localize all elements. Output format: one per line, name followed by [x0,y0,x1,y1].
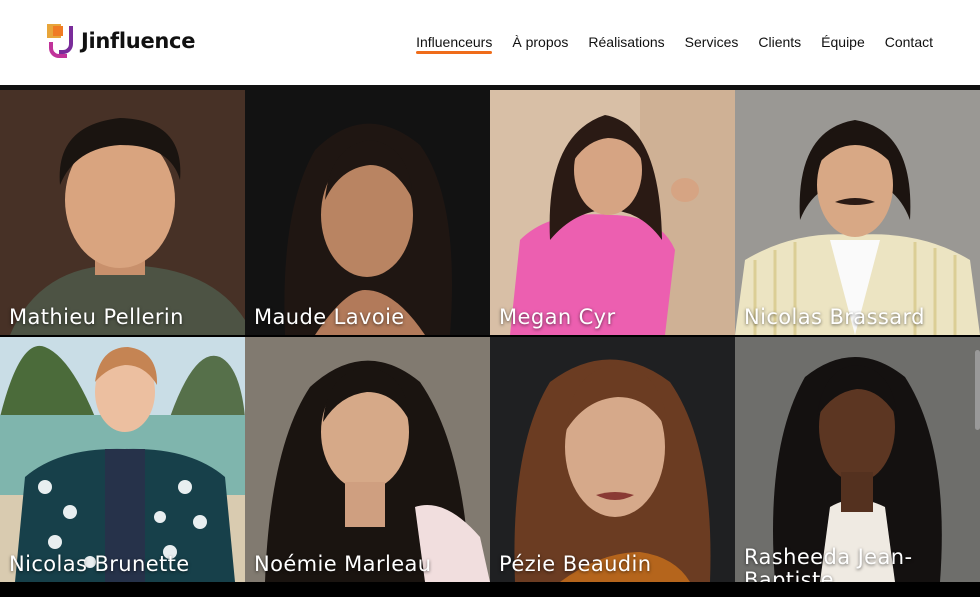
influencer-name: Noémie Marleau [254,552,432,576]
influencer-card[interactable]: Rasheeda Jean-Baptiste [735,337,980,582]
page-scrollbar[interactable] [975,350,980,430]
brand-logo[interactable]: Jinfluence [47,24,195,58]
influencer-name: Pézie Beaudin [499,552,652,576]
influencer-card[interactable]: Mathieu Pellerin [0,90,245,335]
nav-item-contact[interactable]: Contact [885,34,933,54]
influencer-card[interactable]: Megan Cyr [490,90,735,335]
jinfluence-logo-icon [47,24,75,58]
influencer-name: Nicolas Brunette [9,552,190,576]
influencer-card[interactable]: Noémie Marleau [245,337,490,582]
influencer-photo [0,90,245,335]
brand-name: Jinfluence [81,29,196,53]
influencer-photo [245,90,490,335]
influencer-grid: Mathieu Pellerin Maude Lavoie Megan Cyr [0,90,980,597]
nav-item-services[interactable]: Services [685,34,739,54]
influencer-photo [0,337,245,582]
influencer-photo [490,90,735,335]
nav-item-influenceurs[interactable]: Influenceurs [416,34,493,54]
influencer-name: Megan Cyr [499,305,616,329]
influencer-card[interactable]: Nicolas Brassard [735,90,980,335]
influencer-name: Rasheeda Jean-Baptiste [744,545,913,583]
influencer-photo [245,337,490,582]
nav-item-clients[interactable]: Clients [758,34,801,54]
influencer-photo [735,90,980,335]
nav-item-equipe[interactable]: Équipe [821,34,865,54]
site-header: Jinfluence Influenceurs À propos Réalisa… [0,0,980,85]
main-nav: Influenceurs À propos Réalisations Servi… [416,34,933,54]
nav-item-realisations[interactable]: Réalisations [588,34,664,54]
influencer-card[interactable]: Pézie Beaudin [490,337,735,582]
influencer-card[interactable]: Maude Lavoie [245,90,490,335]
influencer-name: Maude Lavoie [254,305,405,329]
influencer-photo [490,337,735,582]
influencer-card[interactable]: Nicolas Brunette [0,337,245,582]
influencer-name: Nicolas Brassard [744,305,925,329]
nav-item-a-propos[interactable]: À propos [512,34,568,54]
influencer-name: Mathieu Pellerin [9,305,184,329]
